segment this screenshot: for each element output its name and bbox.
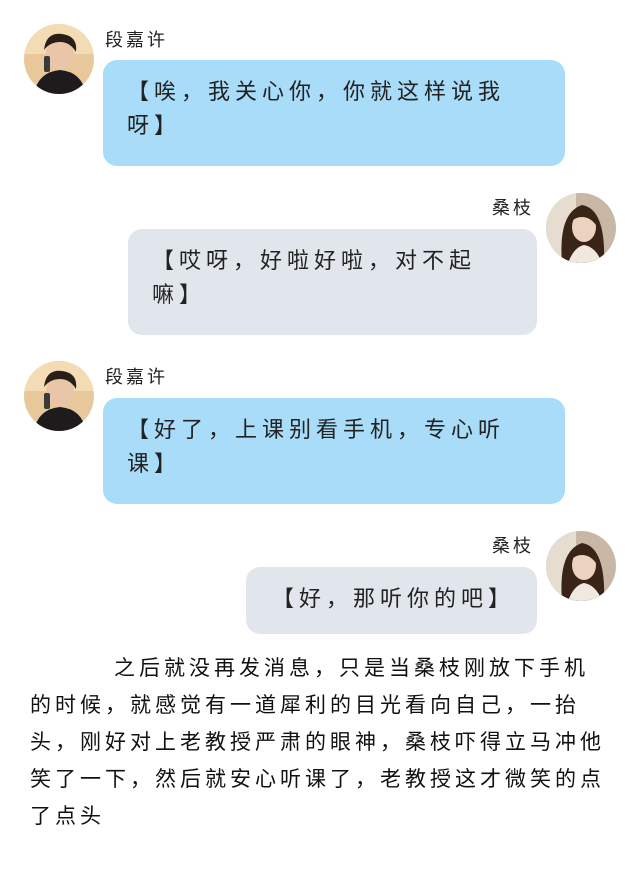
- message-text: 【好，那听你的吧】: [272, 587, 516, 612]
- narrative-paragraph: 之后就没再发消息，只是当桑枝刚放下手机的时候，就感觉有一道犀利的目光看向自己，一…: [30, 656, 605, 828]
- sender-name: 段嘉许: [105, 30, 168, 51]
- avatar-sang-zhi[interactable]: [546, 193, 616, 263]
- message-bubble[interactable]: 【好了，上课别看手机，专心听课】: [103, 398, 565, 504]
- message-text: 【好了，上课别看手机，专心听课】: [127, 418, 506, 477]
- avatar-duan-jiaxu[interactable]: [24, 24, 94, 94]
- message-text: 【唉，我关心你，你就这样说我呀】: [127, 80, 506, 139]
- message-bubble[interactable]: 【好，那听你的吧】: [246, 567, 537, 634]
- sender-name: 桑枝: [492, 198, 534, 219]
- message-bubble[interactable]: 【哎呀，好啦好啦，对不起嘛】: [128, 229, 537, 335]
- sender-name: 段嘉许: [105, 367, 168, 388]
- avatar-duan-jiaxu[interactable]: [24, 361, 94, 431]
- avatar-sang-zhi[interactable]: [546, 531, 616, 601]
- message-text: 【哎呀，好啦好啦，对不起嘛】: [152, 249, 477, 308]
- sender-name: 桑枝: [492, 536, 534, 557]
- message-bubble[interactable]: 【唉，我关心你，你就这样说我呀】: [103, 60, 565, 166]
